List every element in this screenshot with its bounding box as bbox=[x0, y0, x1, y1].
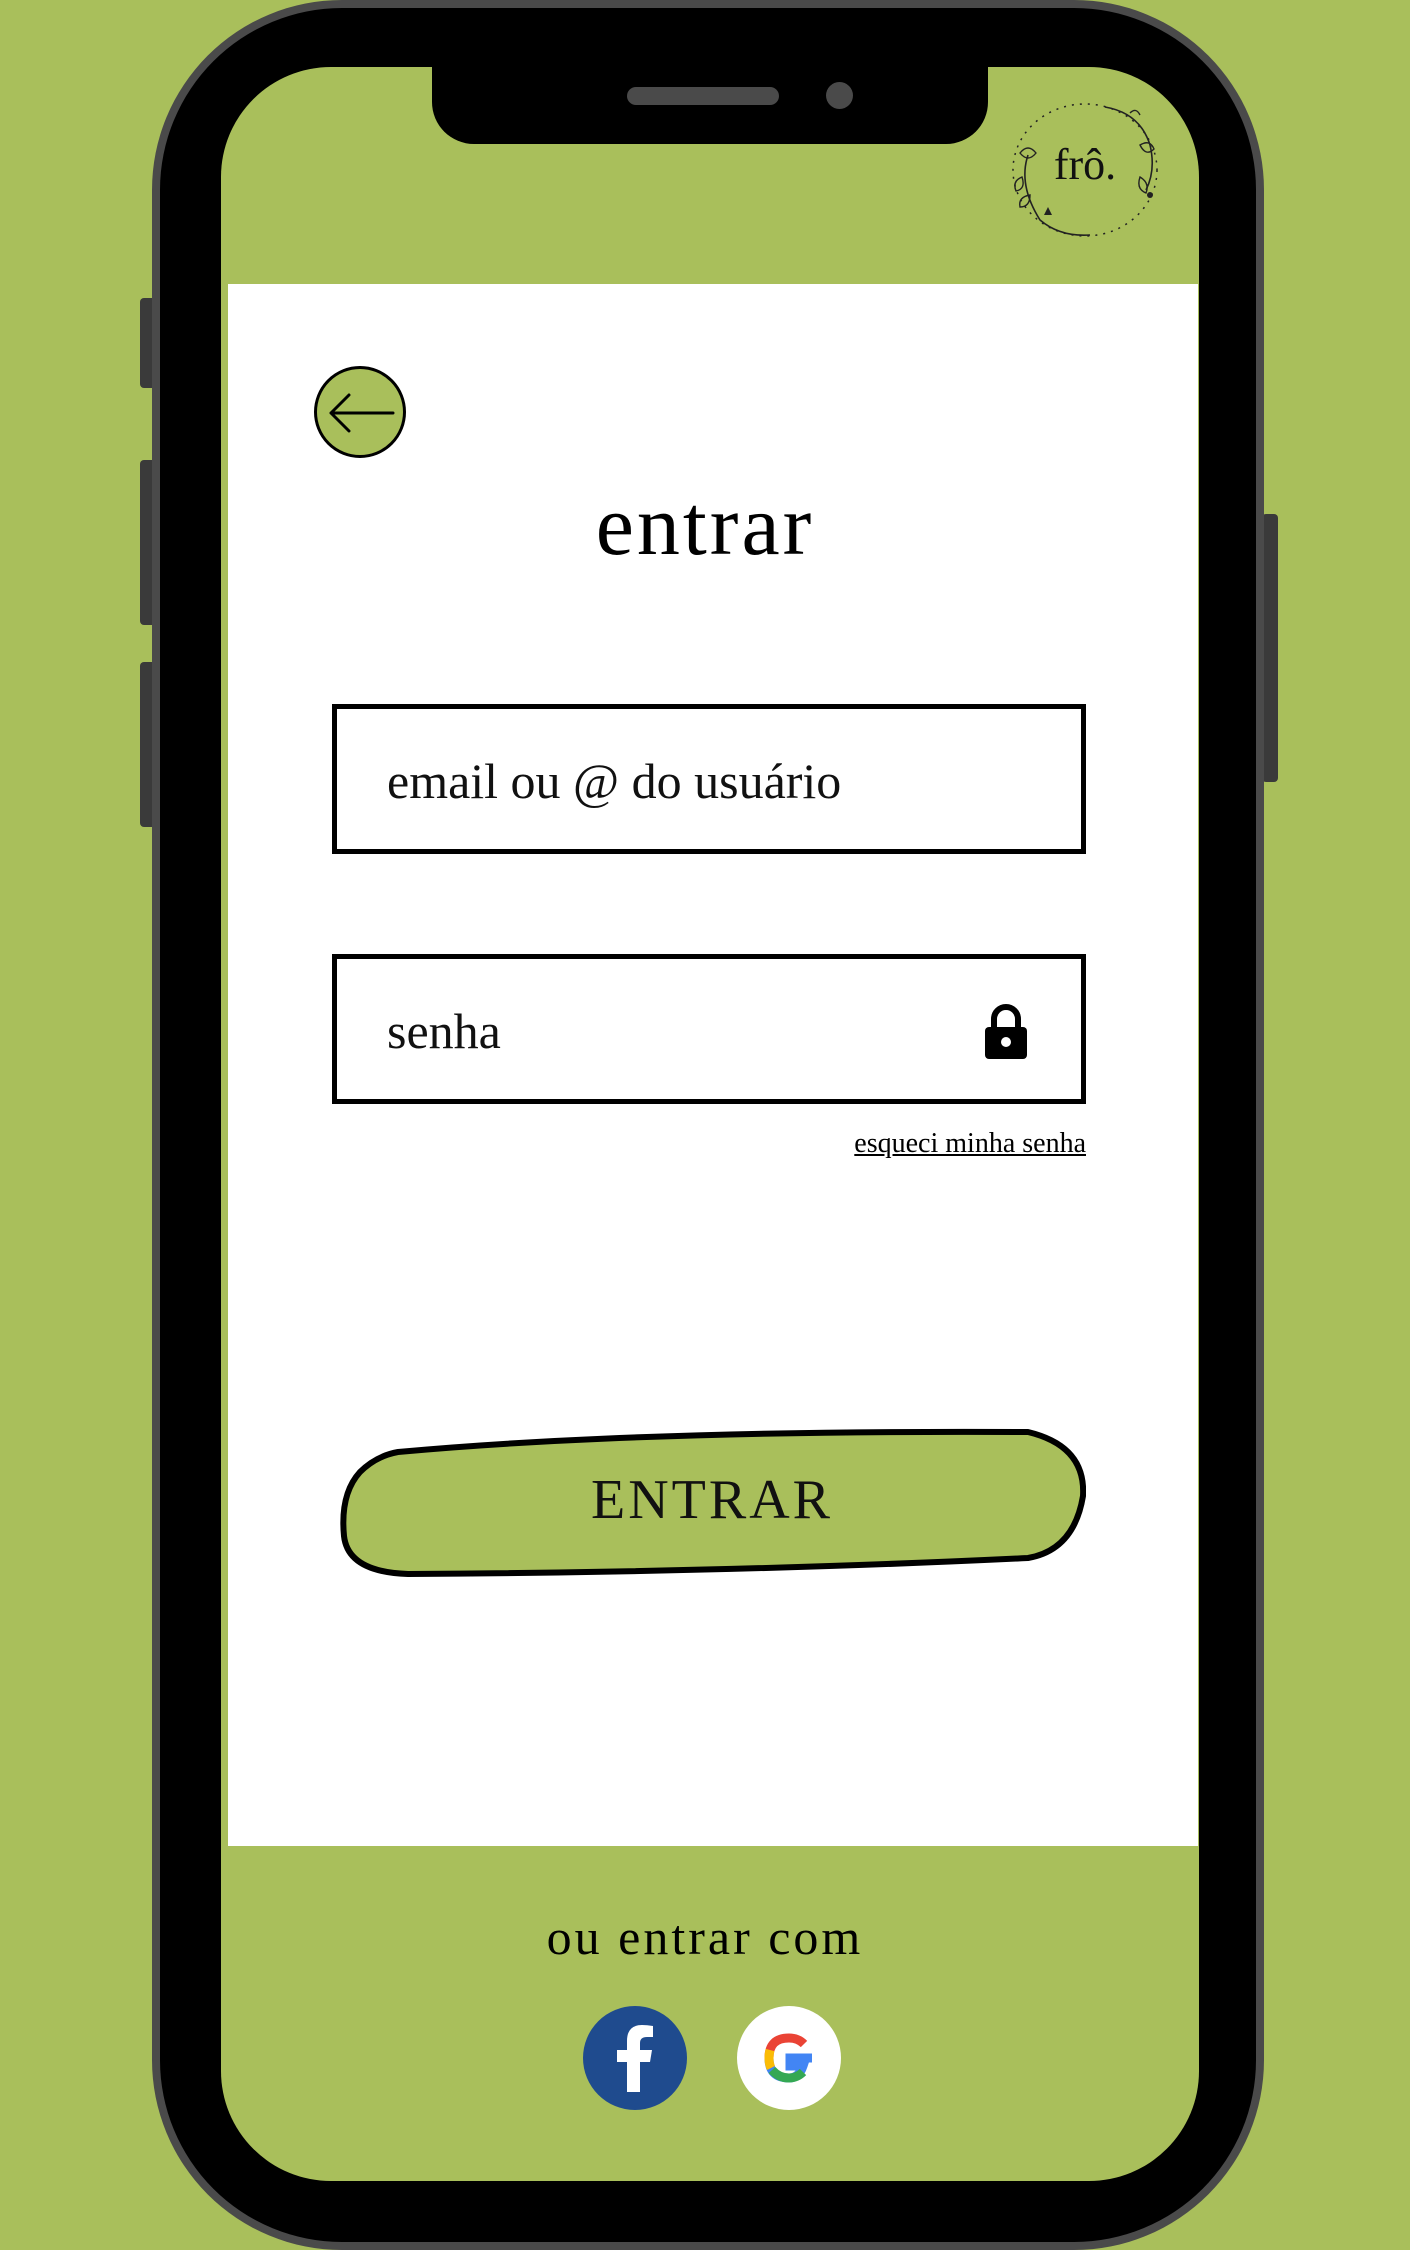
forgot-password-link[interactable]: esqueci minha senha bbox=[780, 1128, 1086, 1160]
phone-camera bbox=[826, 82, 853, 109]
alternative-login-label: ou entrar com bbox=[546, 1909, 864, 1965]
login-button[interactable]: ENTRAR bbox=[338, 1426, 1086, 1586]
phone-power-button bbox=[1262, 514, 1278, 782]
facebook-login-button[interactable] bbox=[583, 2006, 687, 2110]
lock-icon bbox=[985, 1004, 1027, 1059]
brand-logo: frô. bbox=[1000, 95, 1170, 245]
page-title: entrar bbox=[595, 477, 815, 573]
email-field[interactable] bbox=[332, 704, 1086, 854]
facebook-icon bbox=[617, 2025, 653, 2092]
phone-speaker bbox=[627, 87, 779, 105]
back-button[interactable] bbox=[314, 366, 406, 458]
password-field[interactable] bbox=[332, 954, 1086, 1104]
login-button-label: ENTRAR bbox=[591, 1469, 833, 1531]
brand-logo-text: frô. bbox=[1053, 140, 1117, 189]
google-login-button[interactable] bbox=[737, 2006, 841, 2110]
password-input[interactable] bbox=[387, 991, 947, 1071]
google-icon bbox=[764, 2033, 812, 2083]
arrow-left-icon bbox=[329, 393, 395, 433]
email-input[interactable] bbox=[387, 741, 947, 821]
